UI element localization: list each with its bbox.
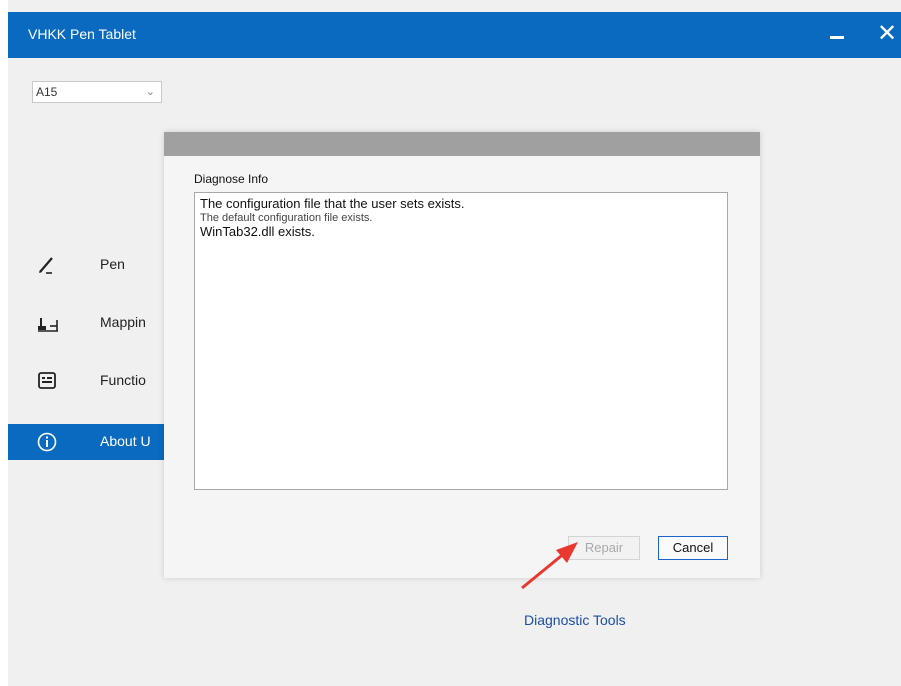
chevron-down-icon: ⌄ xyxy=(145,86,155,98)
diagnostic-tools-link[interactable]: Diagnostic Tools xyxy=(524,612,626,628)
function-keys-icon xyxy=(36,370,60,392)
diagnose-line: WinTab32.dll exists. xyxy=(200,224,315,239)
sidebar-item-label: Functio xyxy=(100,372,146,388)
diagnose-info-textbox[interactable]: The configuration file that the user set… xyxy=(194,192,728,490)
dialog-header xyxy=(164,132,760,156)
sidebar-item-label: Pen xyxy=(100,256,125,272)
repair-button[interactable]: Repair xyxy=(568,536,640,560)
window-title: VHKK Pen Tablet xyxy=(28,26,136,42)
diagnose-line: The default configuration file exists. xyxy=(200,212,373,224)
title-bar: VHKK Pen Tablet ✕ xyxy=(8,12,901,58)
diagnose-dialog: Diagnose Info The configuration file tha… xyxy=(164,132,760,578)
sidebar-item-label: About U xyxy=(100,433,151,449)
info-icon xyxy=(36,431,60,453)
close-icon[interactable]: ✕ xyxy=(874,20,900,48)
sidebar-item-pen[interactable]: Pen xyxy=(8,242,168,288)
device-select-value: A15 xyxy=(36,85,58,99)
device-select[interactable]: A15 ⌄ xyxy=(32,81,162,103)
app-window: VHKK Pen Tablet ✕ A15 ⌄ Pen Mappin Funct… xyxy=(8,0,901,686)
pen-icon xyxy=(36,254,60,276)
sidebar-item-label: Mappin xyxy=(100,314,146,330)
mapping-icon xyxy=(36,312,60,334)
minimize-icon[interactable] xyxy=(826,24,848,46)
diagnose-info-label: Diagnose Info xyxy=(194,172,269,186)
diagnose-line: The configuration file that the user set… xyxy=(200,196,465,211)
sidebar-item-function[interactable]: Functio xyxy=(8,358,168,404)
cancel-button[interactable]: Cancel xyxy=(658,536,728,560)
sidebar-item-about[interactable]: About U xyxy=(8,424,168,460)
sidebar-item-mapping[interactable]: Mappin xyxy=(8,300,168,346)
